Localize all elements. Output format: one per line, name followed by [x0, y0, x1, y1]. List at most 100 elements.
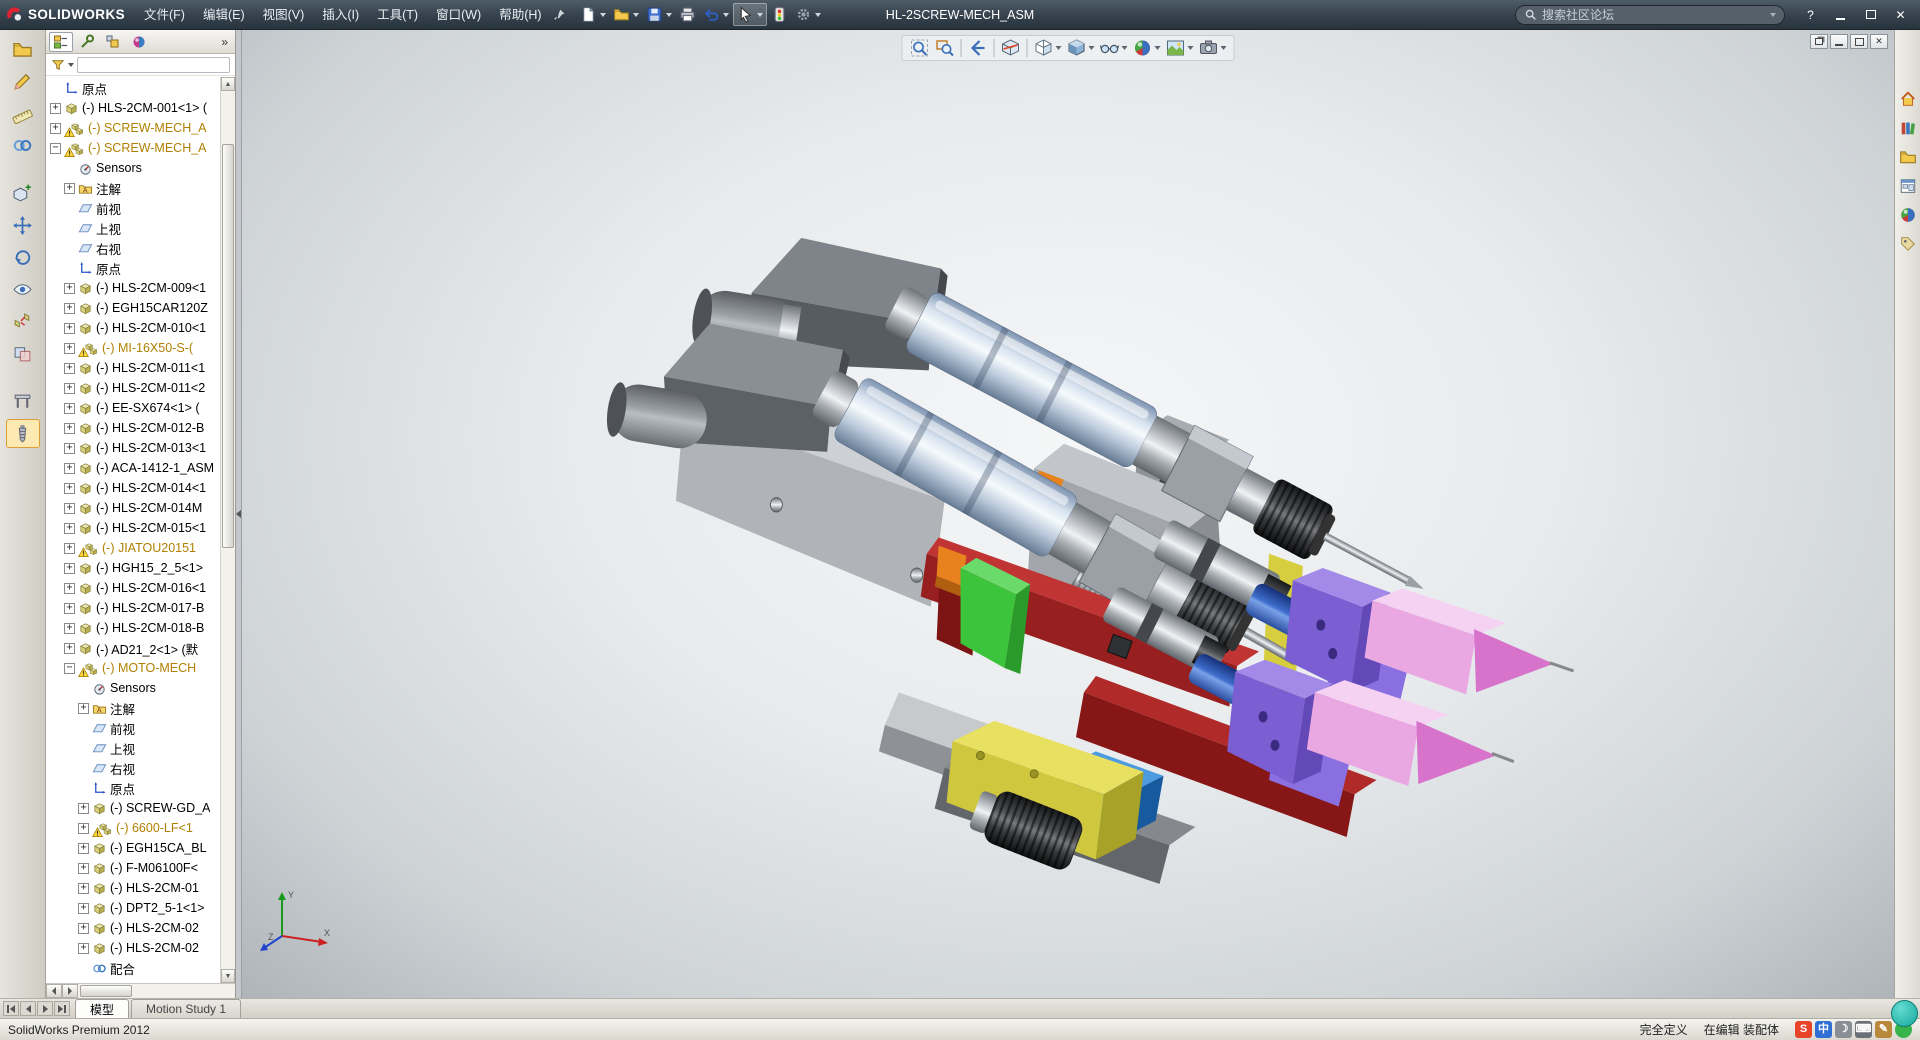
prev-tab-button[interactable] — [20, 1001, 36, 1016]
tree-vscrollbar[interactable]: ▲ ▼ — [220, 77, 235, 983]
open-document-button[interactable] — [6, 35, 40, 64]
tree-item[interactable]: 原点 — [46, 258, 220, 278]
solidworks-resources-tab[interactable] — [1897, 88, 1919, 110]
view-settings-button[interactable] — [1197, 37, 1229, 59]
menu-item-3[interactable]: 插入(I) — [313, 0, 368, 30]
screw-tool-button[interactable] — [6, 419, 40, 448]
hide-show-items-button[interactable] — [1098, 37, 1130, 59]
save-button[interactable] — [643, 3, 675, 26]
zoom-fit-button[interactable] — [908, 37, 932, 59]
tree-item[interactable]: +(-) HLS-2CM-018-B — [46, 618, 220, 638]
tree-item[interactable]: +(-) HLS-2CM-012-B — [46, 418, 220, 438]
print-button[interactable] — [676, 3, 699, 26]
ime-halfmoon-button[interactable]: ☽ — [1835, 1021, 1852, 1038]
tree-expander[interactable]: + — [78, 943, 89, 954]
options-button[interactable] — [792, 3, 824, 26]
close-button[interactable]: ✕ — [1887, 5, 1914, 25]
tree-expander[interactable]: + — [64, 583, 75, 594]
tree-expander[interactable]: + — [78, 823, 89, 834]
rotate-component-button[interactable] — [6, 243, 40, 272]
tree-expander[interactable]: + — [64, 363, 75, 374]
tree-item[interactable]: +(-) HLS-2CM-011<2 — [46, 378, 220, 398]
configurationmanager-tab[interactable] — [101, 32, 125, 52]
tree-expander[interactable]: + — [64, 343, 75, 354]
search-input[interactable]: 搜索社区论坛 — [1515, 5, 1785, 25]
display-style-button[interactable] — [1065, 37, 1097, 59]
tree-expander[interactable]: + — [78, 803, 89, 814]
tree-item[interactable]: 原点 — [46, 78, 220, 98]
tree-expander[interactable]: + — [64, 623, 75, 634]
tree-expander[interactable]: − — [64, 663, 75, 674]
ime-pen-button[interactable]: ✎ — [1875, 1021, 1892, 1038]
tree-item[interactable]: +(-) HLS-2CM-001<1> ( — [46, 98, 220, 118]
tree-item[interactable]: −(-) MOTO-MECH — [46, 658, 220, 678]
tree-item[interactable]: +(-) HLS-2CM-014M — [46, 498, 220, 518]
section-view-button[interactable] — [999, 37, 1023, 59]
tree-item[interactable]: +(-) HLS-2CM-02 — [46, 918, 220, 938]
tree-item[interactable]: +(-) HLS-2CM-014<1 — [46, 478, 220, 498]
next-tab-button[interactable] — [37, 1001, 53, 1016]
tree-expander[interactable]: + — [64, 543, 75, 554]
apply-scene-button[interactable] — [1164, 37, 1196, 59]
tree-item[interactable]: 上视 — [46, 218, 220, 238]
tree-expander[interactable]: + — [64, 603, 75, 614]
tree-expander[interactable]: + — [64, 323, 75, 334]
tree-item[interactable]: +(-) HLS-2CM-015<1 — [46, 518, 220, 538]
menu-pin-icon[interactable] — [551, 8, 569, 21]
tree-expander[interactable]: + — [64, 643, 75, 654]
menu-item-5[interactable]: 窗口(W) — [427, 0, 490, 30]
move-component-button[interactable] — [6, 211, 40, 240]
vscroll-track[interactable] — [221, 91, 235, 969]
doc-maximize-button[interactable] — [1850, 34, 1868, 49]
maximize-button[interactable] — [1857, 5, 1884, 25]
custom-properties-tab[interactable] — [1897, 233, 1919, 255]
tree-filter-input[interactable] — [77, 57, 230, 73]
doc-minimize-button[interactable] — [1830, 34, 1848, 49]
tree-item[interactable]: +(-) HLS-2CM-016<1 — [46, 578, 220, 598]
tree-expander[interactable]: + — [64, 523, 75, 534]
help-button[interactable]: ? — [1797, 5, 1824, 25]
mate-button[interactable] — [6, 131, 40, 160]
tree-item[interactable]: 前视 — [46, 198, 220, 218]
tree-expander[interactable]: + — [78, 843, 89, 854]
community-button[interactable] — [1891, 1000, 1918, 1027]
tree-item[interactable]: +(-) HLS-2CM-013<1 — [46, 438, 220, 458]
tree-item[interactable]: +(-) AD21_2<1> (默 — [46, 638, 220, 658]
interference-detection-button[interactable] — [6, 339, 40, 368]
zoom-area-button[interactable] — [933, 37, 957, 59]
open-button[interactable] — [610, 3, 642, 26]
menu-item-2[interactable]: 视图(V) — [254, 0, 314, 30]
tree-item[interactable]: +(-) ACA-1412-1_ASM — [46, 458, 220, 478]
tree-expander[interactable]: + — [78, 923, 89, 934]
tree-item[interactable]: +(-) 6600-LF<1 — [46, 818, 220, 838]
insert-component-button[interactable] — [6, 179, 40, 208]
tree-expander[interactable]: + — [64, 443, 75, 454]
tree-item[interactable]: +(-) EE-SX674<1> ( — [46, 398, 220, 418]
vscroll-down-button[interactable]: ▼ — [221, 969, 235, 983]
filter-funnel-icon[interactable] — [51, 58, 65, 72]
menu-item-4[interactable]: 工具(T) — [368, 0, 427, 30]
first-tab-button[interactable] — [3, 1001, 19, 1016]
tree-item[interactable]: +(-) SCREW-GD_A — [46, 798, 220, 818]
sketch-button[interactable] — [6, 67, 40, 96]
undo-button[interactable] — [700, 3, 732, 26]
vscroll-up-button[interactable]: ▲ — [221, 77, 235, 91]
ime-sogou-button[interactable]: S — [1795, 1021, 1812, 1038]
tree-expander[interactable]: + — [78, 903, 89, 914]
tree-item[interactable]: 配合 — [46, 958, 220, 978]
tree-item[interactable]: +(-) HLS-2CM-01 — [46, 878, 220, 898]
tree-item[interactable]: +(-) HLS-2CM-009<1 — [46, 278, 220, 298]
smart-dimension-button[interactable] — [6, 99, 40, 128]
measure-button[interactable] — [6, 387, 40, 416]
tree-item[interactable]: +A注解 — [46, 698, 220, 718]
menu-item-6[interactable]: 帮助(H) — [490, 0, 550, 30]
rebuild-button[interactable] — [768, 3, 791, 26]
tree-expander[interactable]: + — [64, 283, 75, 294]
new-document-button[interactable] — [577, 3, 609, 26]
tree-expander[interactable]: + — [78, 703, 89, 714]
tab-model[interactable]: 模型 — [75, 999, 129, 1018]
tree-expander[interactable]: + — [78, 863, 89, 874]
vscroll-thumb[interactable] — [222, 144, 234, 548]
tree-item[interactable]: +(-) F-M06100F< — [46, 858, 220, 878]
tree-item[interactable]: +(-) EGH15CA_BL — [46, 838, 220, 858]
